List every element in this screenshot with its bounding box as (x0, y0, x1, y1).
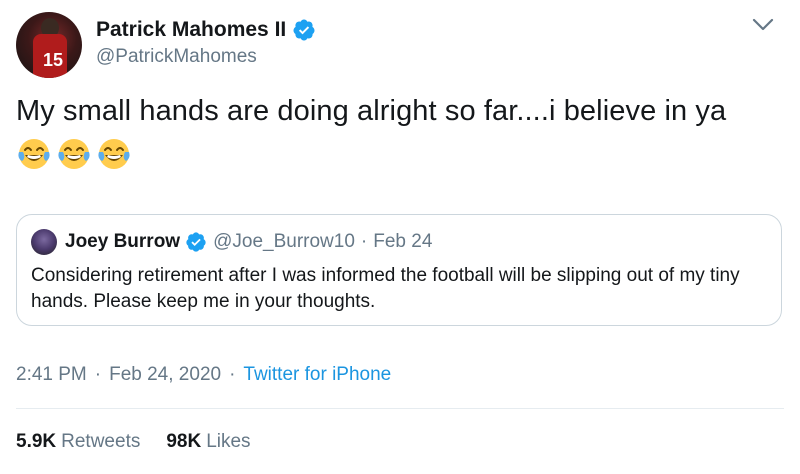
quoted-tweet-header: Joey Burrow @Joe_Burrow10 · Feb 24 (31, 229, 432, 255)
retweets-count[interactable]: 5.9K (16, 431, 56, 453)
quoted-tweet-text: Considering retirement after I was infor… (31, 265, 740, 312)
tears-of-joy-emoji-icon (98, 139, 130, 169)
tears-of-joy-emoji-icon (18, 139, 50, 169)
quoted-separator-dot: · (360, 231, 368, 252)
tweet-date[interactable]: Feb 24, 2020 (109, 364, 221, 386)
tweet-stats-row: 5.9K Retweets 98K Likes (16, 431, 251, 453)
meta-separator-dot: · (229, 364, 236, 385)
tweet-time[interactable]: 2:41 PM (16, 364, 87, 386)
quoted-author-display-name: Joey Burrow (65, 231, 181, 252)
tweet-meta-row: 2:41 PM · Feb 24, 2020 · Twitter for iPh… (16, 364, 391, 386)
author-avatar[interactable]: 15 (16, 12, 82, 78)
likes-count[interactable]: 98K (166, 431, 201, 453)
quoted-author-avatar (31, 229, 57, 255)
retweets-label[interactable]: Retweets (61, 431, 140, 453)
tweet-text: My small hands are doing alright so far.… (16, 95, 727, 127)
chevron-down-icon[interactable] (752, 18, 774, 32)
quoted-tweet-card[interactable]: Joey Burrow @Joe_Burrow10 · Feb 24 Consi… (16, 214, 782, 326)
stats-divider (16, 408, 784, 409)
tweet: 15 Patrick Mahomes II @PatrickMahomes My… (0, 0, 800, 474)
author-display-name[interactable]: Patrick Mahomes II (96, 18, 286, 42)
tweet-source-link[interactable]: Twitter for iPhone (243, 364, 391, 386)
verified-badge-icon (186, 232, 206, 252)
quoted-author-handle: @Joe_Burrow10 (213, 231, 355, 252)
quoted-tweet-date: Feb 24 (373, 231, 433, 252)
author-name-row: Patrick Mahomes II (96, 17, 316, 43)
meta-separator-dot: · (94, 364, 102, 385)
author-handle[interactable]: @PatrickMahomes (96, 46, 257, 68)
avatar-jersey-number: 15 (43, 50, 64, 70)
likes-label[interactable]: Likes (206, 431, 250, 453)
verified-badge-icon (293, 19, 315, 41)
tweet-emoji-row (16, 136, 132, 172)
tears-of-joy-emoji-icon (58, 139, 90, 169)
